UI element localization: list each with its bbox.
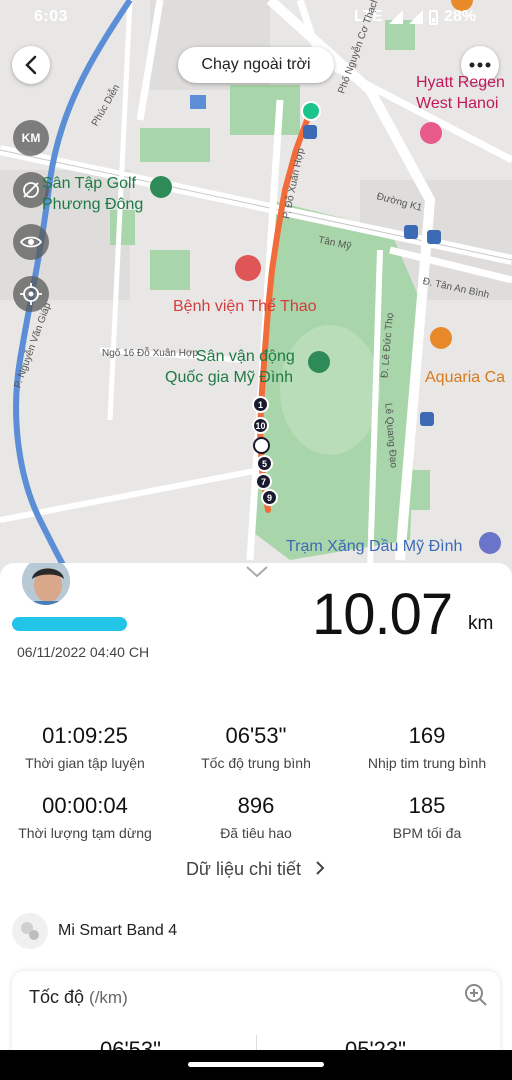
stat-value: 01:09:25 [42, 723, 128, 748]
device-name: Mi Smart Band 4 [58, 922, 178, 939]
redacted-username [12, 617, 127, 631]
detail-data-link[interactable]: Dữ liệu chi tiết [0, 859, 512, 880]
map-label-golf: Sân Tập Golf Phương Đông [42, 175, 144, 213]
stat-value: 169 [408, 723, 446, 748]
eye-icon [20, 236, 42, 248]
more-dots-icon [469, 62, 491, 68]
route-map[interactable]: 6:03 LTE 28% Chạy ngoài trời KM Sân Tập … [0, 0, 512, 590]
distance-unit: km [468, 613, 494, 634]
speed-title-text: Tốc độ [29, 987, 85, 1007]
signal-icon [388, 10, 403, 24]
home-handle[interactable] [188, 1062, 324, 1067]
map-label-stadium-2: Quốc gia Mỹ Đình [165, 369, 294, 386]
avatar-image [22, 563, 70, 605]
stat-value: 06'53" [225, 723, 287, 748]
battery-icon [428, 9, 438, 25]
map-label-aquaria: Aquaria Ca [425, 369, 506, 386]
status-bar: 6:03 LTE 28% [0, 0, 512, 36]
back-arrow-icon [25, 55, 37, 75]
map-label-hyatt-1: Hyatt Regen [416, 74, 505, 91]
speed-unit: (/km) [89, 988, 128, 1007]
zoom-in-icon[interactable] [464, 983, 488, 1007]
map-label-hospital: Bệnh viện Thể Thao [173, 298, 317, 315]
lap-marker[interactable]: 5 [256, 455, 273, 472]
speed-best-value: 05'23" [345, 1037, 406, 1050]
map-label-stadium-1: Sân vận động [196, 348, 295, 365]
stat-value: 00:00:04 [42, 793, 128, 818]
stat-calories: 896 Đã tiêu hao [171, 793, 341, 841]
stat-avg-pace: 06'53" Tốc độ trung bình [171, 723, 341, 771]
visibility-button[interactable] [13, 224, 49, 260]
stat-label: Tốc độ trung bình [201, 755, 311, 771]
lap-marker[interactable]: 9 [261, 489, 278, 506]
unit-toggle-button[interactable]: KM [13, 120, 49, 156]
crosshair-icon [20, 283, 42, 305]
stat-label: BPM tối đa [392, 825, 462, 841]
stat-avg-heart-rate: 169 Nhịp tim trung bình [342, 723, 512, 771]
status-time: 6:03 [34, 8, 69, 25]
chevron-right-icon [316, 861, 325, 875]
lap-marker[interactable]: 1 [252, 396, 269, 413]
device-icon [12, 913, 48, 949]
stat-label: Thời lượng tạm dừng [18, 825, 152, 841]
signal-icon-2 [408, 10, 423, 24]
stat-label: Thời gian tập luyện [25, 755, 145, 771]
speed-card-title: Tốc độ (/km) [29, 987, 128, 1008]
stat-pause-duration: 00:00:04 Thời lượng tạm dừng [0, 793, 170, 841]
back-button[interactable] [12, 46, 50, 84]
device-row: Mi Smart Band 4 [12, 913, 177, 949]
stat-max-bpm: 185 BPM tối đa [342, 793, 512, 841]
finish-flag-icon [253, 437, 270, 454]
stat-duration: 01:09:25 Thời gian tập luyện [0, 723, 170, 771]
stat-label: Đã tiêu hao [220, 825, 292, 841]
avatar[interactable] [20, 563, 72, 607]
activity-type-title: Chạy ngoài trời [178, 47, 334, 83]
lap-marker[interactable]: 10 [252, 417, 269, 434]
stat-label: Nhịp tim trung bình [367, 755, 487, 771]
stat-value: 896 [237, 793, 275, 818]
total-distance: 10.07 [312, 582, 453, 647]
system-nav-bar [0, 1050, 512, 1080]
globe-off-icon [23, 182, 39, 198]
lap-marker[interactable]: 7 [255, 473, 272, 490]
workout-date: 06/11/2022 04:40 CH [17, 644, 150, 660]
speed-divider [256, 1035, 257, 1050]
detail-data-label: Dữ liệu chi tiết [185, 859, 302, 879]
map-label-ngo16: Ngõ 16 Đỗ Xuân Hợp [102, 348, 199, 359]
map-label-hyatt-2: West Hanoi [416, 95, 499, 112]
speed-average-value: 06'53" [100, 1037, 161, 1050]
unit-toggle-label: KM [21, 131, 41, 145]
stat-value: 185 [408, 793, 446, 818]
speed-card[interactable]: Tốc độ (/km) 06'53" 05'23" [12, 971, 500, 1050]
collapse-chevron-icon[interactable] [245, 565, 269, 579]
map-label-gas-station: Trạm Xăng Dầu Mỹ Đình [286, 538, 463, 555]
workout-summary-sheet: 10.07 km 06/11/2022 04:40 CH 01:09:25 Th… [0, 563, 512, 1050]
battery-label: 28% [443, 8, 476, 25]
